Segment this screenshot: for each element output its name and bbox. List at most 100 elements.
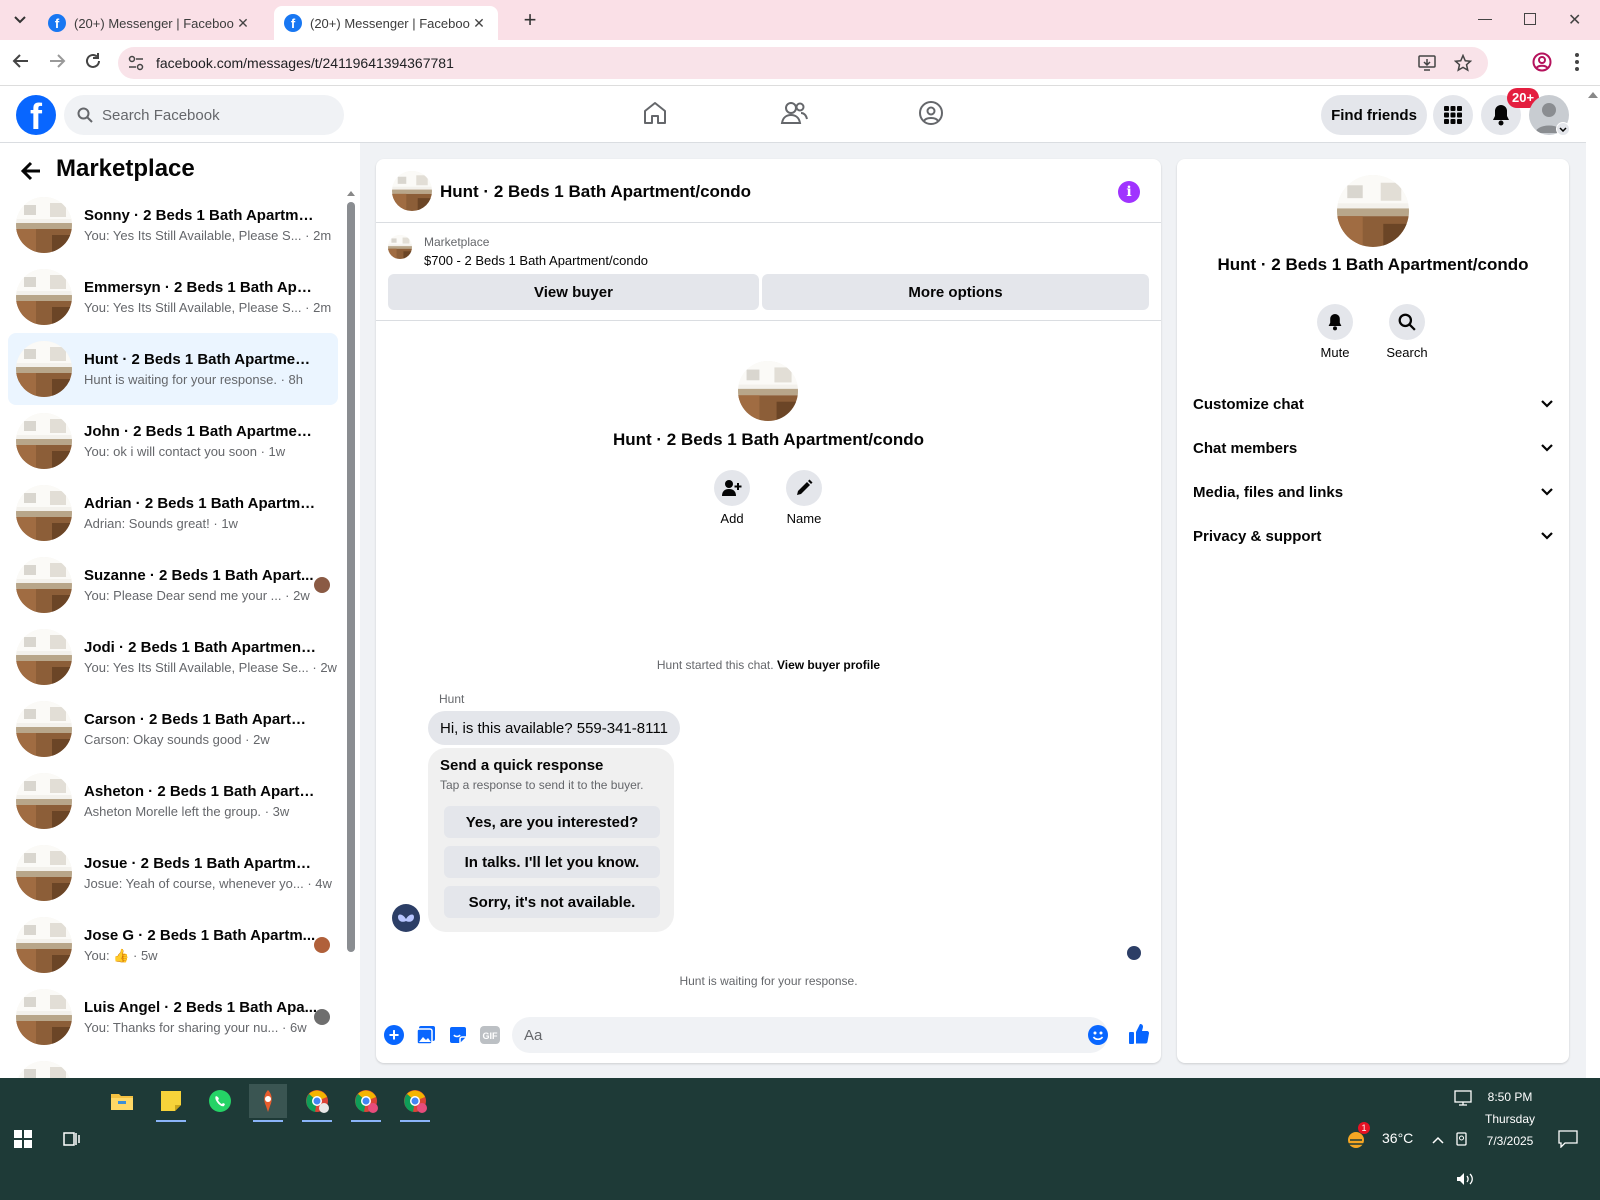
info-section-label: Privacy & support	[1193, 527, 1322, 545]
conversation-time: · 2m	[305, 228, 332, 243]
menu-button[interactable]	[1433, 95, 1473, 135]
like-button[interactable]	[1128, 1023, 1150, 1045]
listing-thumbnail[interactable]	[388, 235, 412, 259]
meet-now-icon[interactable]	[1456, 1132, 1470, 1148]
composer-bar: + GIF Aa	[376, 1009, 1161, 1059]
tab-search-button[interactable]	[8, 8, 32, 32]
conversation-item[interactable]: Jose G · 2 Beds 1 Bath Apartm... You: 👍 ·…	[8, 909, 338, 981]
weather-widget[interactable]: 1 36°C	[1344, 1122, 1413, 1148]
search-in-chat-button[interactable]	[1389, 304, 1425, 340]
address-bar[interactable]: facebook.com/messages/t/2411964139436778…	[118, 47, 1488, 79]
minimize-window-icon[interactable]	[1478, 12, 1492, 26]
attach-photo-button[interactable]	[416, 1025, 436, 1045]
browser-menu-button[interactable]	[1574, 52, 1580, 72]
back-arrow-button[interactable]	[20, 161, 42, 181]
conversation-preview-line: Josue: Yeah of course, whenever yo... · …	[84, 876, 332, 891]
conversation-item[interactable]: Adrian · 2 Beds 1 Bath Apartmen... Adrian…	[8, 477, 338, 549]
message-bubble[interactable]: Hi, is this available? 559-341-8111	[428, 711, 680, 745]
message-input[interactable]: Aa	[512, 1017, 1108, 1053]
quick-response-option[interactable]: Yes, are you interested?	[444, 806, 660, 838]
quick-response-option[interactable]: In talks. I'll let you know.	[444, 846, 660, 878]
edit-name-button[interactable]	[786, 470, 822, 506]
add-people-button[interactable]	[714, 470, 750, 506]
conversation-preview-line: Adrian: Sounds great! · 1w	[84, 516, 318, 531]
conversation-avatar	[16, 989, 72, 1045]
sticky-notes-taskbar-icon[interactable]	[152, 1084, 190, 1122]
conversation-item[interactable]: Sonny · 2 Beds 1 Bath Apartmen... You: Ye…	[8, 189, 338, 261]
conversation-item[interactable]: John · 2 Beds 1 Bath Apartment/... You: o…	[8, 405, 338, 477]
chat-profile-avatar[interactable]	[738, 361, 798, 421]
info-section-row[interactable]: Privacy & support	[1193, 521, 1553, 551]
close-tab-icon[interactable]: ✕	[234, 15, 252, 32]
info-avatar[interactable]	[1337, 175, 1409, 247]
restore-window-icon[interactable]	[1524, 13, 1536, 25]
file-explorer-taskbar-icon[interactable]	[103, 1084, 141, 1118]
notification-center-icon[interactable]	[1558, 1130, 1578, 1148]
message-sender-name: Hunt	[439, 692, 465, 706]
chat-title[interactable]: Hunt · 2 Beds 1 Bath Apartment/condo	[440, 182, 751, 202]
info-section-row[interactable]: Customize chat	[1193, 389, 1553, 419]
facebook-search-input[interactable]: Search Facebook	[64, 95, 344, 135]
task-view-button[interactable]	[62, 1130, 80, 1148]
chat-header-avatar[interactable]	[392, 171, 432, 211]
facebook-favicon-icon: f	[48, 14, 66, 32]
more-options-button[interactable]: More options	[762, 274, 1149, 310]
start-button[interactable]	[14, 1130, 32, 1148]
conversation-item[interactable]: Luis Angel · 2 Beds 1 Bath Apa... You: Th…	[8, 981, 338, 1053]
profile-button[interactable]	[1532, 52, 1552, 72]
conversation-time: · 8h	[280, 372, 303, 387]
chrome-profile-taskbar-icon[interactable]	[347, 1084, 385, 1122]
conversation-item[interactable]: Suzanne · 2 Beds 1 Bath Apart... You: Ple…	[8, 549, 338, 621]
chrome-profile-taskbar-icon[interactable]	[298, 1084, 336, 1122]
info-section-row[interactable]: Chat members	[1193, 433, 1553, 463]
network-icon[interactable]	[1454, 1090, 1472, 1106]
conversation-item[interactable]: Emmersyn · 2 Beds 1 Bath Apart... You: Ye…	[8, 261, 338, 333]
bookmark-star-icon[interactable]	[1454, 54, 1472, 72]
install-app-icon[interactable]	[1418, 55, 1436, 71]
view-buyer-profile-link[interactable]: View buyer profile	[777, 658, 880, 672]
close-tab-icon[interactable]: ✕	[470, 15, 488, 32]
conversation-avatar	[16, 557, 72, 613]
browser-tab-2[interactable]: f (20+) Messenger | Facebook ✕	[274, 6, 498, 40]
conversation-item[interactable]: Jodi · 2 Beds 1 Bath Apartment/... You: Y…	[8, 621, 338, 693]
close-window-icon[interactable]: ✕	[1568, 10, 1581, 30]
app-taskbar-icon[interactable]	[249, 1084, 287, 1122]
volume-icon[interactable]	[1456, 1172, 1474, 1186]
page-scrollbar[interactable]	[1586, 86, 1600, 1078]
site-info-icon[interactable]	[128, 55, 144, 71]
sticker-button[interactable]	[448, 1025, 468, 1045]
nav-home[interactable]	[642, 100, 668, 126]
clock[interactable]: 8:50 PM Thursday 7/3/2025	[1478, 1086, 1542, 1152]
sidebar-scrollbar[interactable]	[346, 191, 356, 1057]
mute-button[interactable]	[1317, 304, 1353, 340]
find-friends-button[interactable]: Find friends	[1321, 95, 1427, 135]
gif-button[interactable]: GIF	[480, 1026, 500, 1044]
sender-avatar[interactable]	[392, 904, 420, 932]
conversation-item[interactable]: Carson · 2 Beds 1 Bath Apartme... Carson:…	[8, 693, 338, 765]
nav-groups[interactable]	[918, 100, 944, 126]
emoji-button[interactable]	[1088, 1025, 1108, 1045]
conversation-item[interactable]: Asheton · 2 Beds 1 Bath Apartm... Asheton…	[8, 765, 338, 837]
browser-tab-1[interactable]: f (20+) Messenger | Facebook ✕	[38, 6, 262, 40]
new-tab-button[interactable]: +	[518, 8, 542, 32]
back-button[interactable]	[12, 52, 30, 70]
more-actions-button[interactable]: +	[384, 1025, 404, 1045]
nav-friends[interactable]	[780, 100, 808, 126]
chat-info-button[interactable]: i	[1118, 181, 1140, 203]
scrollbar-thumb[interactable]	[347, 202, 355, 952]
view-buyer-button[interactable]: View buyer	[388, 274, 759, 310]
whatsapp-taskbar-icon[interactable]	[201, 1084, 239, 1118]
conversation-name: Sonny · 2 Beds 1 Bath Apartmen...	[84, 207, 318, 224]
conversation-item[interactable]: Josue · 2 Beds 1 Bath Apartment... Josue:…	[8, 837, 338, 909]
facebook-logo-icon[interactable]: f	[16, 95, 56, 135]
chrome-profile-taskbar-icon[interactable]	[396, 1084, 434, 1122]
forward-button[interactable]	[48, 52, 66, 70]
conversation-item[interactable]: Hunt · 2 Beds 1 Bath Apartment/... Hunt i…	[8, 333, 338, 405]
show-hidden-icons-icon[interactable]	[1432, 1136, 1444, 1144]
quick-response-option[interactable]: Sorry, it's not available.	[444, 886, 660, 918]
info-section-row[interactable]: Media, files and links	[1193, 477, 1553, 507]
chat-profile-name: Hunt · 2 Beds 1 Bath Apartment/condo	[612, 430, 925, 449]
account-chevron-icon[interactable]	[1556, 122, 1570, 136]
reload-button[interactable]	[84, 52, 102, 70]
listing-price-title[interactable]: $700 - 2 Beds 1 Bath Apartment/condo	[424, 253, 648, 268]
